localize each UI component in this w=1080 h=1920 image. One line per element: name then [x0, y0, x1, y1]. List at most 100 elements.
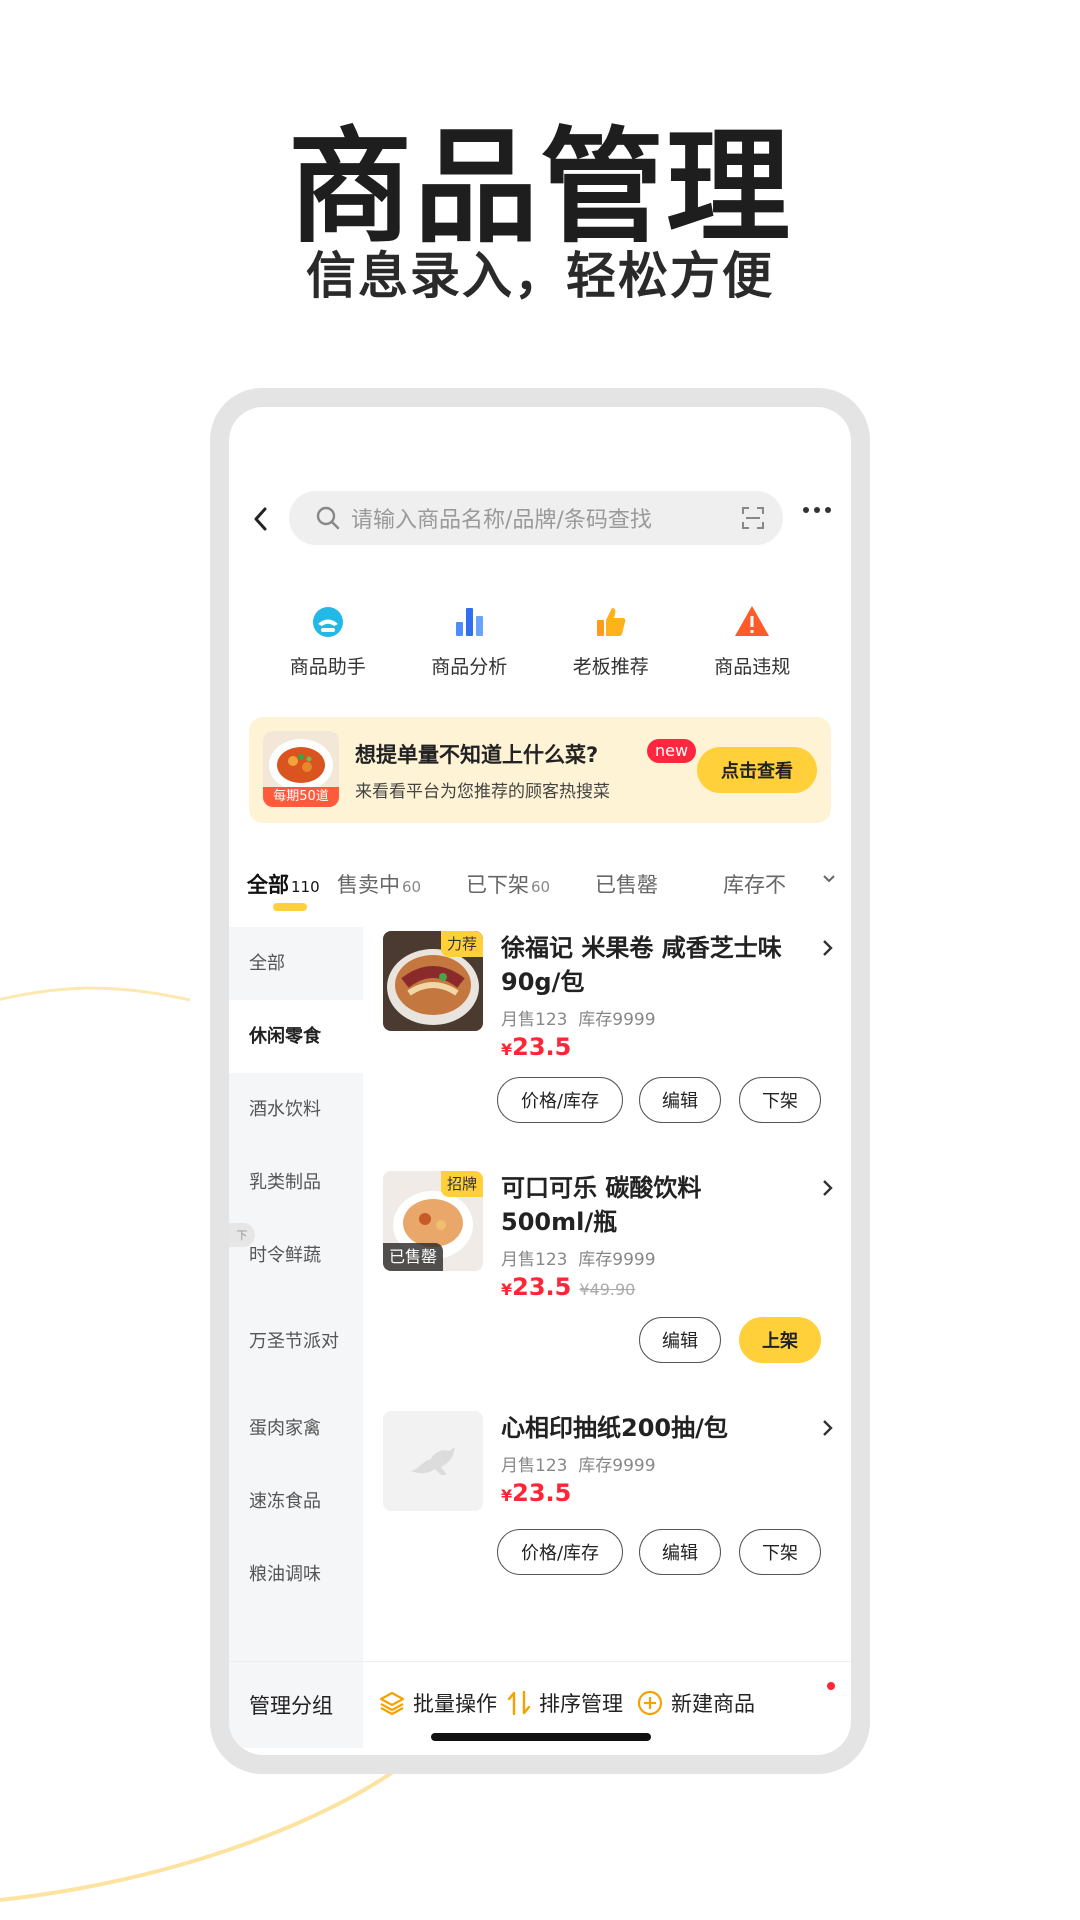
- product-item[interactable]: 心相印抽纸200抽/包 月售123 库存9999 ¥23.5 价格/库存 编辑 …: [363, 1407, 851, 1613]
- sidebar-item-meat[interactable]: 蛋肉家禽: [229, 1392, 363, 1465]
- monthly-sales: 月售123: [501, 1456, 568, 1476]
- tab-low-stock[interactable]: 库存不: [723, 869, 786, 899]
- sidebar-item-all[interactable]: 全部: [229, 927, 363, 1000]
- sort-icon: [507, 1690, 531, 1716]
- price-value: 23.5: [512, 1273, 572, 1301]
- product-item[interactable]: 招牌 已售罄 可口可乐 碳酸饮料 500ml/瓶 月售123 库存9999 ¥2…: [363, 1167, 851, 1407]
- quick-label: 商品分析: [431, 656, 508, 678]
- bar-chart-icon: [456, 608, 484, 636]
- edit-button[interactable]: 编辑: [639, 1077, 721, 1123]
- sort-manage-button[interactable]: 排序管理: [507, 1688, 623, 1718]
- original-price: ¥49.90: [579, 1280, 636, 1299]
- product-item[interactable]: 力荐 徐福记 米果卷 咸香芝士味 90g/包 月售123 库存9999 ¥23.…: [363, 927, 851, 1167]
- sort-manage-label: 排序管理: [539, 1692, 623, 1716]
- banner-thumbnail: 每期50道: [263, 731, 339, 807]
- stock: 库存9999: [578, 1250, 656, 1270]
- quick-menu: 商品助手 商品分析 老板推荐 商品违规: [229, 602, 851, 679]
- tab-label: 售卖中: [337, 873, 400, 897]
- tab-indicator: [273, 903, 307, 911]
- product-image: 招牌 已售罄: [383, 1171, 483, 1271]
- tab-label: 已售罄: [595, 873, 658, 897]
- price-stock-button[interactable]: 价格/库存: [497, 1077, 623, 1123]
- quick-item-analysis[interactable]: 商品分析: [409, 602, 529, 679]
- chevron-down-icon[interactable]: [821, 871, 837, 887]
- sidebar-item-grain-oil[interactable]: 粮油调味: [229, 1538, 363, 1611]
- put-on-shelf-button[interactable]: 上架: [739, 1317, 821, 1363]
- more-button[interactable]: [803, 507, 831, 513]
- placeholder-kangaroo-icon: [411, 1447, 455, 1475]
- edit-button[interactable]: 编辑: [639, 1529, 721, 1575]
- tab-count: 110: [291, 878, 320, 896]
- tab-sold-out[interactable]: 已售罄: [595, 869, 658, 899]
- price-value: 23.5: [512, 1479, 572, 1507]
- status-tabs: 全部 110 售卖中 60 已下架 60 已售罄 库存不: [229, 857, 851, 913]
- tab-label: 已下架: [466, 873, 529, 897]
- tab-count: 60: [531, 878, 551, 896]
- product-meta: 月售123 库存9999: [501, 1005, 656, 1030]
- product-tag: 招牌: [440, 1171, 483, 1197]
- add-circle-icon: [637, 1690, 663, 1716]
- quick-item-violation[interactable]: 商品违规: [692, 602, 812, 679]
- assistant-icon: [312, 607, 343, 637]
- currency-symbol: ¥: [501, 1040, 513, 1059]
- product-name: 徐福记 米果卷 咸香芝士味 90g/包: [501, 934, 782, 996]
- more-dot: [814, 507, 820, 513]
- banner-thumb-tag: 每期50道: [263, 787, 339, 807]
- quick-item-assistant[interactable]: 商品助手: [268, 602, 388, 679]
- notification-dot: [827, 1682, 835, 1690]
- product-name: 心相印抽纸200抽/包: [501, 1414, 728, 1442]
- new-product-label: 新建商品: [671, 1692, 755, 1716]
- product-image: 力荐: [383, 931, 483, 1031]
- layers-icon: [379, 1691, 405, 1716]
- tab-on-sale[interactable]: 售卖中 60: [337, 869, 421, 899]
- more-dot: [803, 507, 809, 513]
- batch-operation-label: 批量操作: [413, 1692, 497, 1716]
- chevron-right-icon: [823, 1180, 833, 1196]
- product-price: ¥23.5: [501, 1033, 571, 1061]
- back-button[interactable]: [245, 499, 275, 539]
- product-image: [383, 1411, 483, 1511]
- quick-label: 商品助手: [289, 656, 366, 678]
- hero-subtitle: 信息录入，轻松方便: [306, 247, 774, 305]
- monthly-sales: 月售123: [501, 1010, 568, 1030]
- search-input[interactable]: 请输入商品名称/品牌/条码查找: [289, 491, 783, 545]
- sidebar-item-dairy[interactable]: 乳类制品: [229, 1146, 363, 1219]
- banner-description: 来看看平台为您推荐的顾客热搜菜: [355, 782, 610, 802]
- manage-group-button[interactable]: 管理分组: [229, 1662, 363, 1748]
- recommend-banner[interactable]: 每期50道 想提单量不知道上什么菜? new 来看看平台为您推荐的顾客热搜菜 点…: [249, 717, 831, 823]
- view-button[interactable]: 点击查看: [697, 747, 817, 793]
- batch-operation-button[interactable]: 批量操作: [379, 1688, 497, 1718]
- sidebar-item-halloween[interactable]: 万圣节派对: [229, 1292, 363, 1392]
- product-name: 可口可乐 碳酸饮料 500ml/瓶: [501, 1174, 702, 1236]
- quick-label: 老板推荐: [572, 656, 649, 678]
- take-down-button[interactable]: 下架: [739, 1077, 821, 1123]
- product-meta: 月售123 库存9999: [501, 1245, 656, 1270]
- sidebar-item-drinks[interactable]: 酒水饮料: [229, 1073, 363, 1146]
- sidebar-item-frozen[interactable]: 速冻食品: [229, 1465, 363, 1538]
- take-down-button[interactable]: 下架: [739, 1529, 821, 1575]
- monthly-sales: 月售123: [501, 1250, 568, 1270]
- price-stock-button[interactable]: 价格/库存: [497, 1529, 623, 1575]
- chevron-left-icon: [254, 507, 267, 531]
- tab-all[interactable]: 全部 110: [247, 869, 320, 899]
- phone-frame: 请输入商品名称/品牌/条码查找 商品助手 商品分析 老板推荐 商品违规 每期50…: [210, 388, 870, 1774]
- scan-icon[interactable]: [741, 506, 765, 530]
- new-badge: new: [647, 739, 697, 763]
- price-value: 23.5: [512, 1033, 572, 1061]
- tab-label: 库存不: [723, 873, 786, 897]
- currency-symbol: ¥: [501, 1486, 513, 1505]
- tab-off-shelf[interactable]: 已下架 60: [466, 869, 550, 899]
- sidebar-side-tag: 下: [229, 1223, 255, 1247]
- sold-out-badge: 已售罄: [383, 1243, 444, 1271]
- tab-count: 60: [402, 878, 422, 896]
- more-dot: [825, 507, 831, 513]
- stock: 库存9999: [578, 1456, 656, 1476]
- chevron-right-icon: [823, 1420, 833, 1436]
- quick-item-recommend[interactable]: 老板推荐: [551, 602, 671, 679]
- thumbs-up-icon: [596, 608, 626, 636]
- edit-button[interactable]: 编辑: [639, 1317, 721, 1363]
- category-sidebar: 全部 休闲零食 酒水饮料 乳类制品 时令鲜蔬 万圣节派对 蛋肉家禽 速冻食品 粮…: [229, 927, 363, 1661]
- image-placeholder: [383, 1411, 483, 1511]
- sidebar-item-snacks[interactable]: 休闲零食: [229, 1000, 363, 1073]
- new-product-button[interactable]: 新建商品: [637, 1688, 755, 1718]
